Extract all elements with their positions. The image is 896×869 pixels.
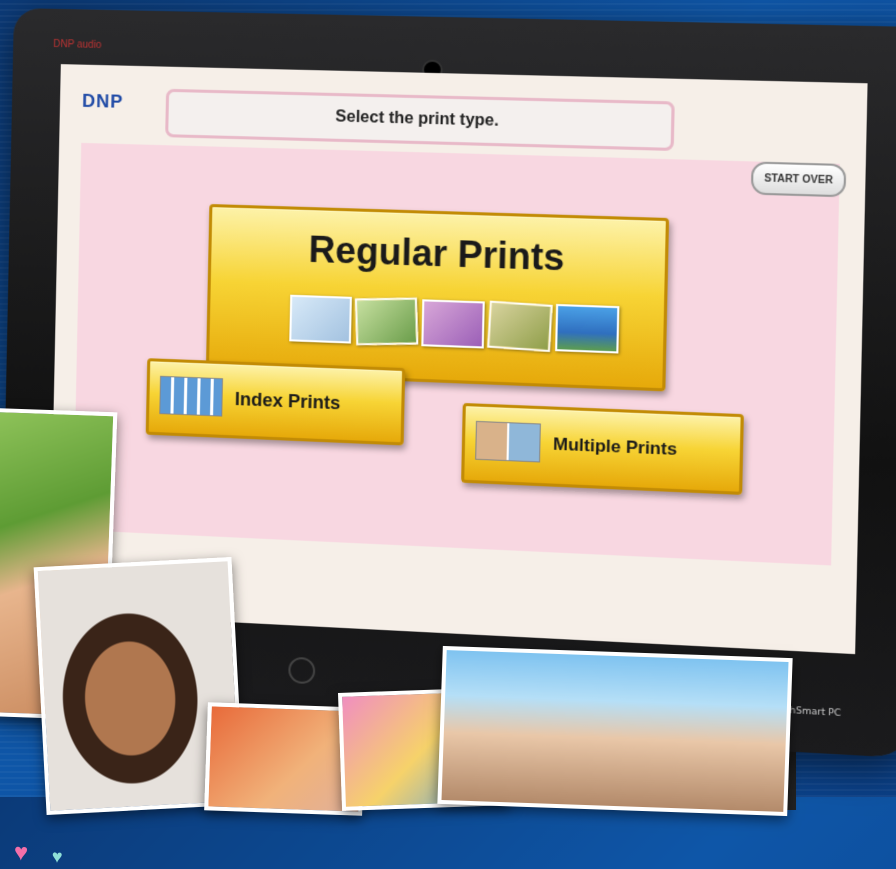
multiple-prints-label: Multiple Prints — [552, 434, 678, 460]
heart-icon: ♥ — [13, 839, 29, 867]
dnp-logo: DNP — [81, 90, 124, 112]
heart-icon: ♥ — [51, 846, 63, 867]
sample-photos — [289, 294, 620, 354]
multiple-prints-button[interactable]: Multiple Prints — [461, 402, 744, 495]
sample-photo-landscape — [555, 303, 620, 354]
start-over-button[interactable]: START OVER — [750, 161, 847, 198]
sample-photo-dog — [487, 300, 553, 353]
start-over-label: START OVER — [764, 172, 833, 187]
regular-prints-label: Regular Prints — [308, 228, 565, 279]
printed-photo-kids-cheering — [437, 645, 793, 817]
index-prints-button[interactable]: Index Prints — [145, 358, 406, 446]
sample-photo-couple — [354, 297, 419, 346]
instruction-text: Select the print type. — [335, 108, 499, 130]
bezel-brand-label: DNP audio — [53, 38, 102, 52]
index-grid-icon — [159, 375, 224, 417]
sample-photo-child — [289, 294, 352, 344]
index-prints-label: Index Prints — [234, 388, 341, 414]
sample-photo-flowers — [421, 299, 485, 349]
instruction-bar: Select the print type. — [165, 88, 675, 152]
power-button-icon — [288, 656, 316, 685]
multiple-photos-icon — [475, 420, 541, 463]
